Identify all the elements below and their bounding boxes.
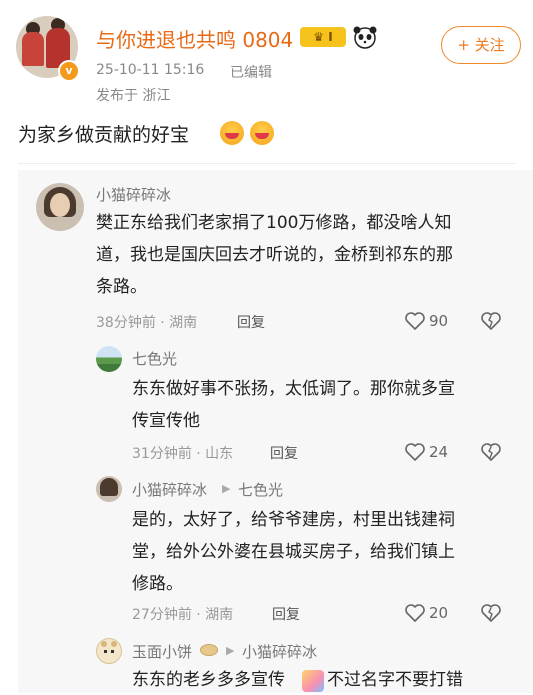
reply-to-name[interactable]: 小猫碎碎冰 <box>242 641 317 662</box>
replier-avatar[interactable] <box>96 638 122 664</box>
commenter-name[interactable]: 小猫碎碎冰 <box>96 184 171 205</box>
post-text: 为家乡做贡献的好宝 <box>18 124 190 146</box>
reply-line: 堂，给外公外婆在县城买房子，给我们镇上 <box>132 542 455 562</box>
comment-line: 道，我也是国庆回去才听说的，金桥到祁东的那 <box>96 245 453 265</box>
level-badge-text: I <box>328 30 333 44</box>
dislike-icon[interactable] <box>480 311 502 331</box>
like-icon[interactable] <box>404 603 426 623</box>
like-count: 24 <box>429 443 449 461</box>
member-level-badge[interactable]: ♛ I <box>300 27 346 47</box>
kiss-emoji-icon <box>220 121 244 145</box>
dislike-icon[interactable] <box>480 603 502 623</box>
cookie-icon <box>200 644 218 656</box>
reply-meta: 31分钟前 · 山东 <box>132 446 234 462</box>
reply-line: 传宣传他 <box>132 411 200 431</box>
reply-meta: 27分钟前 · 湖南 <box>132 607 234 623</box>
like-count: 20 <box>429 604 449 622</box>
comment-line: 樊正东给我们老家捐了100万修路，都没啥人知 <box>96 213 452 233</box>
reply-button[interactable]: 回复 <box>237 312 265 332</box>
like-count: 90 <box>429 312 449 330</box>
post-location: 发布于 浙江 <box>96 88 171 104</box>
kiss-emoji-icon <box>250 121 274 145</box>
replier-avatar[interactable] <box>96 476 122 502</box>
like-icon[interactable] <box>404 442 426 462</box>
comment-line: 条路。 <box>96 277 147 297</box>
reply-line: 东东的老乡多多宣传 <box>132 670 285 690</box>
edited-label: 已编辑 <box>230 65 272 81</box>
celebrate-emoji-icon <box>302 670 324 692</box>
reply-button[interactable]: 回复 <box>272 604 300 624</box>
follow-button[interactable]: + 关注 <box>441 26 521 64</box>
verified-icon: v <box>58 60 80 82</box>
reply-line: 修路。 <box>132 574 183 594</box>
reply-line: 不过名字不要打错 <box>327 670 463 690</box>
reply-button[interactable]: 回复 <box>270 443 298 463</box>
reply-to-arrow-icon: ▶ <box>222 482 231 495</box>
comment-meta: 38分钟前 · 湖南 <box>96 315 198 331</box>
divider <box>18 163 515 164</box>
reply-to-name[interactable]: 七色光 <box>238 479 283 500</box>
replier-name[interactable]: 七色光 <box>132 348 177 369</box>
replier-avatar[interactable] <box>96 346 122 372</box>
commenter-avatar[interactable] <box>36 183 84 231</box>
like-icon[interactable] <box>404 311 426 331</box>
replier-name[interactable]: 小猫碎碎冰 <box>132 479 207 500</box>
author-name[interactable]: 与你进退也共鸣 0804 <box>96 24 293 53</box>
reply-line: 东东做好事不张扬，太低调了。那你就多宣 <box>132 379 455 399</box>
post-timestamp: 25-10-11 15:16 <box>96 62 205 78</box>
reply-to-arrow-icon: ▶ <box>226 644 235 657</box>
panda-icon <box>353 26 377 49</box>
replier-name[interactable]: 玉面小饼 <box>132 641 192 662</box>
reply-line: 是的，太好了，给爷爷建房，村里出钱建祠 <box>132 510 455 530</box>
dislike-icon[interactable] <box>480 442 502 462</box>
